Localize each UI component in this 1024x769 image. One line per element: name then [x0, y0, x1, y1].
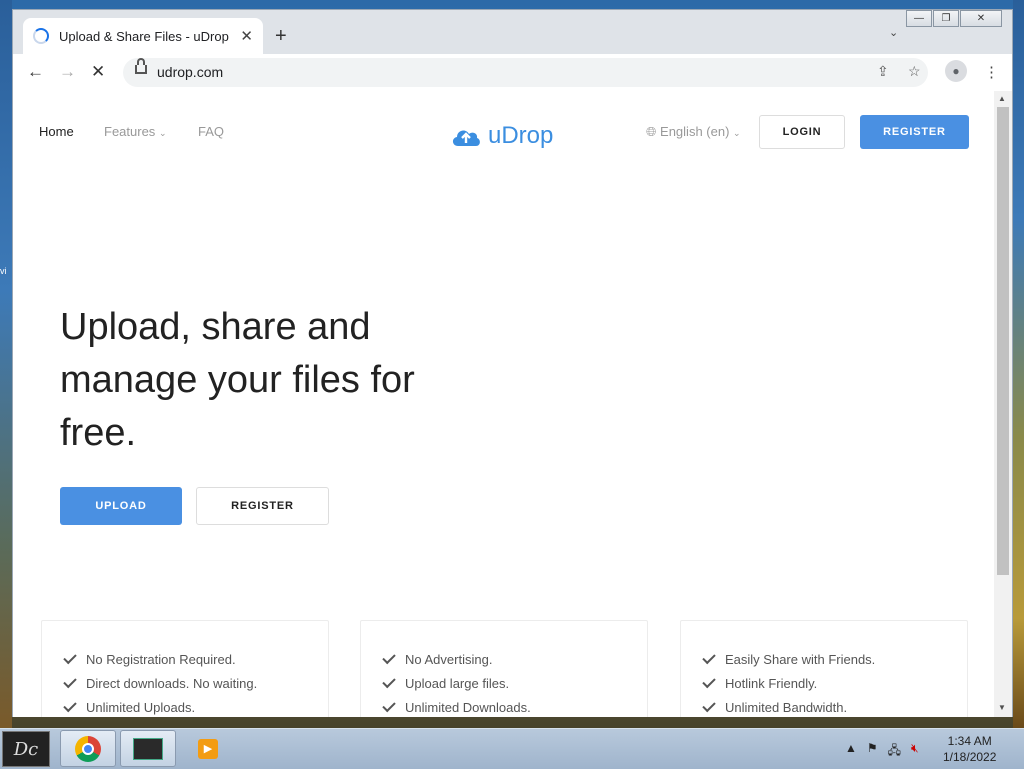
menu-dots-icon[interactable]: ⋮: [984, 63, 999, 81]
desktop-background-left: [0, 0, 12, 728]
feature-card: No Registration Required. Direct downloa…: [41, 620, 329, 717]
list-item: Unlimited Bandwidth.: [702, 695, 967, 717]
desktop-background-right: [1013, 0, 1024, 728]
check-icon: [382, 698, 396, 712]
share-icon[interactable]: ⇪: [877, 63, 889, 80]
url-text[interactable]: udrop.com: [157, 64, 223, 80]
lock-icon[interactable]: [135, 58, 147, 74]
feature-text: Hotlink Friendly.: [725, 675, 818, 691]
folder-icon: [133, 737, 163, 760]
chrome-icon: [75, 735, 101, 762]
web-page: Home Features ⌄ FAQ uDrop 🌐︎ English (en…: [13, 91, 994, 717]
hero-register-button[interactable]: REGISTER: [196, 487, 329, 525]
nav-home-link[interactable]: Home: [39, 124, 74, 139]
scroll-thumb[interactable]: [997, 107, 1009, 575]
nav-faq-link[interactable]: FAQ: [198, 124, 224, 139]
clock-time: 1:34 AM: [947, 734, 992, 748]
nav-features-link[interactable]: Features ⌄: [104, 124, 166, 139]
list-item: Hotlink Friendly.: [702, 671, 967, 695]
scroll-down-icon[interactable]: ▼: [998, 703, 1006, 712]
site-logo[interactable]: uDrop: [450, 122, 553, 150]
tab-title: Upload & Share Files - uDrop: [59, 28, 229, 44]
address-bar[interactable]: udrop.com ⇪ ☆: [123, 58, 928, 87]
forward-arrow-icon[interactable]: →: [59, 62, 76, 82]
feature-text: Unlimited Uploads.: [86, 699, 196, 715]
profile-avatar-icon[interactable]: ●: [945, 60, 967, 82]
back-arrow-icon[interactable]: ←: [27, 62, 44, 82]
stop-loading-icon[interactable]: ✕: [91, 62, 105, 82]
feature-text: No Registration Required.: [86, 651, 236, 667]
window-controls: — ❐ ✕: [906, 10, 1002, 27]
taskbar-explorer-button[interactable]: [120, 730, 176, 767]
feature-text: Upload large files.: [405, 675, 510, 691]
taskbar-vlc-button[interactable]: ▶: [180, 730, 236, 767]
list-item: Easily Share with Friends.: [702, 647, 967, 671]
start-button[interactable]: Dc: [2, 731, 50, 767]
list-item: Direct downloads. No waiting.: [63, 671, 328, 695]
tab-close-icon[interactable]: ✕: [240, 27, 253, 45]
taskbar: Dc ▶ ▲ ⚑ 🖧︎ 🔇︎ 1:34 AM 1/18/2022: [0, 728, 1024, 769]
feature-text: Easily Share with Friends.: [725, 651, 876, 667]
check-icon: [63, 650, 77, 664]
feature-text: No Advertising.: [405, 651, 493, 667]
clock-date: 1/18/2022: [943, 750, 997, 764]
volume-muted-icon[interactable]: 🔇︎: [911, 741, 919, 762]
list-item: Unlimited Downloads.: [382, 695, 647, 717]
page-scrollbar[interactable]: ▲ ▼: [994, 91, 1012, 717]
check-icon: [382, 650, 396, 664]
check-icon: [63, 698, 77, 712]
system-tray: ▲ ⚑ 🖧︎ 🔇︎: [845, 741, 919, 762]
media-player-icon: ▶: [198, 738, 218, 759]
chevron-down-icon: ⌄: [733, 128, 741, 138]
logo-text: uDrop: [488, 122, 554, 149]
login-button[interactable]: LOGIN: [759, 115, 845, 149]
check-icon: [702, 698, 716, 712]
feature-card: No Advertising. Upload large files. Unli…: [360, 620, 648, 717]
taskbar-clock[interactable]: 1:34 AM 1/18/2022: [943, 733, 996, 765]
nav-features-label: Features: [104, 124, 156, 139]
feature-text: Direct downloads. No waiting.: [86, 675, 258, 691]
scroll-up-icon[interactable]: ▲: [998, 94, 1006, 103]
tab-search-chevron-icon[interactable]: ⌄: [889, 26, 898, 39]
upload-button[interactable]: UPLOAD: [60, 487, 182, 525]
network-icon[interactable]: 🖧︎: [888, 741, 901, 762]
language-label: English (en): [660, 124, 730, 139]
chevron-down-icon: ⌄: [158, 128, 167, 138]
browser-tab[interactable]: Upload & Share Files - uDrop ✕: [23, 18, 263, 54]
browser-window: — ❐ ✕ Upload & Share Files - uDrop ✕ + ⌄…: [12, 9, 1013, 717]
list-item: Upload large files.: [382, 671, 647, 695]
language-selector[interactable]: 🌐︎ English (en) ⌄: [646, 124, 741, 140]
globe-icon: 🌐︎: [646, 124, 657, 139]
check-icon: [63, 674, 77, 688]
minimize-icon[interactable]: —: [906, 10, 932, 27]
check-icon: [702, 674, 716, 688]
check-icon: [702, 650, 716, 664]
loading-spinner-icon: [33, 28, 49, 44]
close-window-icon[interactable]: ✕: [960, 10, 1002, 27]
feature-text: Unlimited Bandwidth.: [725, 699, 848, 715]
desktop-icon-label: vi: [0, 266, 7, 276]
feature-card: Easily Share with Friends. Hotlink Frien…: [680, 620, 968, 717]
hero-heading: Upload, share and manage your files for …: [60, 306, 415, 454]
taskbar-chrome-button[interactable]: [60, 730, 116, 767]
show-hidden-icons-icon[interactable]: ▲: [845, 741, 857, 762]
restore-icon[interactable]: ❐: [933, 10, 959, 27]
cloud-upload-icon: [452, 130, 480, 146]
bookmark-star-icon[interactable]: ☆: [908, 63, 921, 80]
header-register-button[interactable]: REGISTER: [860, 115, 969, 149]
browser-toolbar: ← → ✕ udrop.com ⇪ ☆ ● ⋮: [13, 54, 1012, 92]
feature-text: Unlimited Downloads.: [405, 699, 531, 715]
list-item: Unlimited Uploads.: [63, 695, 328, 717]
check-icon: [382, 674, 396, 688]
flag-icon[interactable]: ⚑: [867, 741, 878, 762]
list-item: No Registration Required.: [63, 647, 328, 671]
list-item: No Advertising.: [382, 647, 647, 671]
new-tab-icon[interactable]: +: [275, 25, 287, 48]
